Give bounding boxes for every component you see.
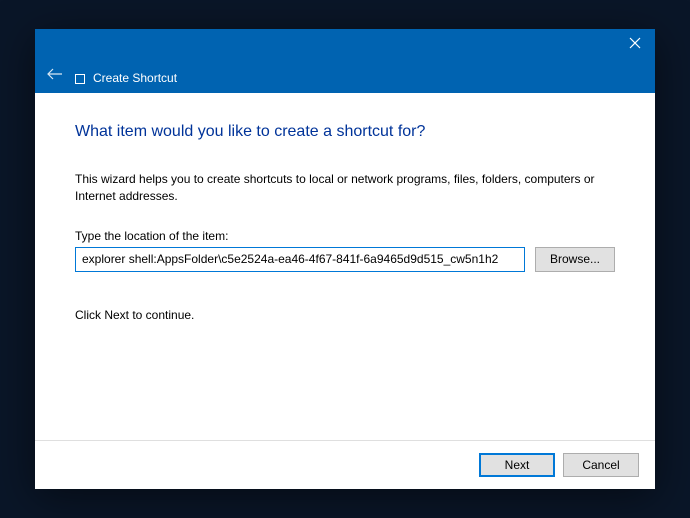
cancel-button[interactable]: Cancel bbox=[563, 453, 639, 477]
close-icon[interactable] bbox=[629, 37, 641, 51]
page-heading: What item would you like to create a sho… bbox=[75, 123, 615, 141]
location-row: Browse... bbox=[75, 247, 615, 272]
titlebar: Create Shortcut bbox=[35, 29, 655, 93]
continue-text: Click Next to continue. bbox=[75, 308, 615, 322]
dialog-footer: Next Cancel bbox=[35, 440, 655, 489]
back-arrow-icon[interactable] bbox=[47, 67, 63, 85]
create-shortcut-dialog: Create Shortcut What item would you like… bbox=[35, 29, 655, 489]
shortcut-app-icon bbox=[75, 74, 85, 84]
location-label: Type the location of the item: bbox=[75, 229, 615, 243]
window-title: Create Shortcut bbox=[93, 71, 177, 85]
location-input[interactable] bbox=[75, 247, 525, 272]
next-button[interactable]: Next bbox=[479, 453, 555, 477]
browse-button[interactable]: Browse... bbox=[535, 247, 615, 272]
description-text: This wizard helps you to create shortcut… bbox=[75, 171, 615, 205]
dialog-content: What item would you like to create a sho… bbox=[35, 93, 655, 440]
